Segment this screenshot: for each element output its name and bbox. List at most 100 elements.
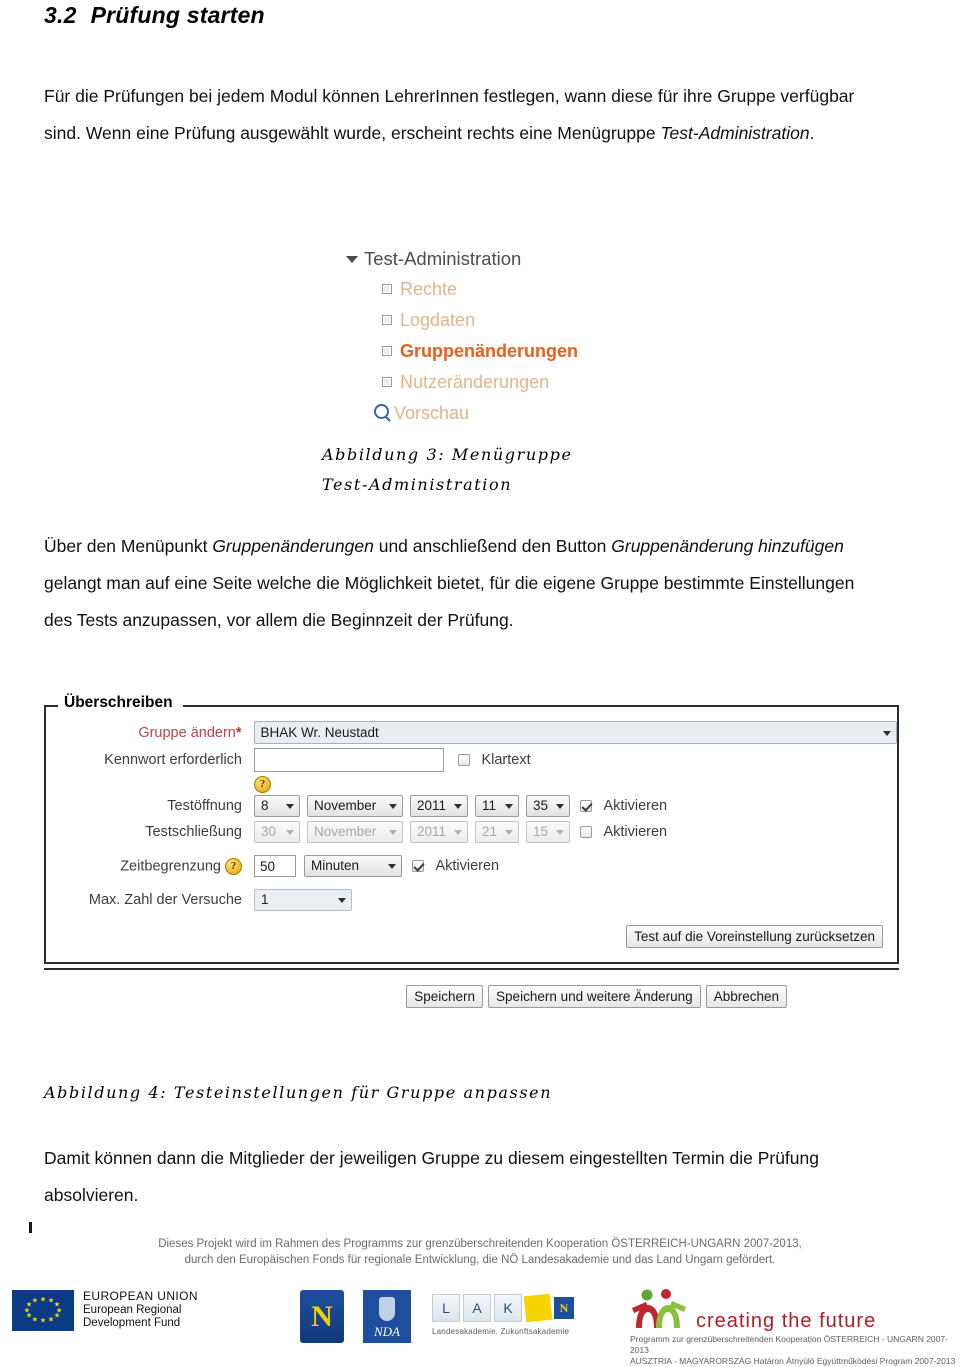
menu-item-nutzeraenderungen[interactable]: Nutzeränderungen: [338, 367, 578, 398]
eu-logo-text: EUROPEAN UNION European Regional Develop…: [83, 1290, 198, 1331]
lak-letter-l: L: [432, 1294, 460, 1322]
lak-letters: L A K N: [432, 1293, 574, 1323]
magnifier-icon: [368, 403, 394, 424]
nda-text: NDA: [374, 1324, 400, 1339]
test-close-activate-label: Aktivieren: [603, 823, 668, 840]
chevron-down-icon: [286, 804, 294, 809]
outro-paragraph: Damit können dann die Mitglieder der jew…: [44, 1148, 819, 1205]
test-open-activate-checkbox[interactable]: [580, 799, 592, 812]
save-and-more-button[interactable]: Speichern und weitere Änderung: [488, 985, 701, 1008]
test-open-label: Testöffnung: [167, 798, 242, 814]
caret-down-icon: [338, 250, 364, 268]
test-close-activate-wrap[interactable]: Aktivieren: [580, 823, 667, 841]
cancel-button[interactable]: Abbrechen: [705, 985, 787, 1008]
test-close-year-select[interactable]: 2011: [410, 821, 468, 843]
test-close-day-select[interactable]: 30: [254, 821, 300, 843]
footer-line-2: durch den Europäischen Fonds für regiona…: [184, 1254, 776, 1266]
lak-subtitle: Landesakademie. Zukunftsakademie: [432, 1327, 570, 1336]
middle-paragraph: Über den Menüpunkt Gruppenänderungen und…: [44, 528, 874, 639]
test-open-activate-wrap[interactable]: Aktivieren: [580, 797, 667, 815]
max-attempts-label: Max. Zahl der Versuche: [88, 892, 242, 908]
cleartext-checkbox-wrap[interactable]: Klartext: [458, 751, 531, 769]
menu-item-label: Vorschau: [394, 403, 470, 423]
max-attempts-row: Max. Zahl der Versuche 1: [46, 889, 897, 911]
reset-button-row: Test auf die Voreinstellung zurücksetzen: [46, 915, 897, 950]
nda-logo: NDA: [363, 1290, 411, 1343]
ctf-subtitle: Programm zur grenzüberschreitenden Koope…: [630, 1334, 960, 1367]
time-limit-input[interactable]: [254, 855, 296, 877]
menu-item-rechte[interactable]: Rechte: [338, 274, 578, 305]
required-asterisk: *: [235, 724, 242, 741]
chevron-down-icon: [388, 864, 396, 869]
test-open-year-select[interactable]: 2011: [410, 795, 468, 817]
lak-logo: L A K N Landesakademie. Zukunftsakademie: [432, 1293, 574, 1336]
menu-item-label: Rechte: [400, 279, 458, 299]
test-close-month-select[interactable]: November: [307, 821, 403, 843]
test-close-minute-select[interactable]: 15: [526, 821, 570, 843]
time-limit-unit-select[interactable]: Minuten: [304, 855, 402, 877]
eu-line-3: Development Fund: [83, 1317, 181, 1330]
time-limit-activate-wrap[interactable]: Aktivieren: [412, 857, 499, 875]
cleartext-checkbox[interactable]: [458, 753, 470, 766]
chevron-down-icon: [556, 804, 564, 809]
test-open-row: Testöffnung 8 November 2011 11 35 Aktivi…: [46, 795, 897, 817]
scan-artifact-mark: [29, 1222, 32, 1233]
max-attempts-select[interactable]: 1: [254, 889, 352, 911]
menu-item-vorschau[interactable]: Vorschau: [338, 398, 578, 429]
menu-item-label: Logdaten: [400, 310, 476, 330]
eu-logo: ★ ★ ★ ★ ★ ★ ★ ★ ★ ★ ★ ★ EUROPEAN UNION European Reg…: [12, 1290, 198, 1331]
intro-paragraph: Für die Prüfungen bei jedem Modul können…: [44, 78, 874, 152]
figure4-form-screenshot: Überschreiben Gruppe ändern* BHAK Wr. Ne…: [44, 694, 899, 1008]
menu-item-gruppenaenderungen[interactable]: Gruppenänderungen: [338, 336, 578, 367]
square-bullet-icon: [374, 281, 400, 299]
reset-to-default-button[interactable]: Test auf die Voreinstellung zurücksetzen: [626, 925, 883, 948]
mid-italic-a: Gruppenänderungen: [212, 536, 374, 556]
time-limit-label: Zeitbegrenzung ?: [46, 857, 254, 875]
save-button[interactable]: Speichern: [406, 985, 484, 1008]
menu-root-label: Test-Administration: [364, 247, 522, 269]
test-close-hour-select[interactable]: 21: [475, 821, 519, 843]
footer-funding-text: Dieses Projekt wird im Rahmen des Progra…: [0, 1236, 960, 1268]
overwrite-fieldset: Überschreiben Gruppe ändern* BHAK Wr. Ne…: [44, 694, 899, 964]
footer-line-1: Dieses Projekt wird im Rahmen des Progra…: [158, 1238, 802, 1250]
password-row: Kennwort erforderlich Klartext: [46, 748, 897, 772]
chevron-down-icon: [505, 830, 513, 835]
group-select[interactable]: BHAK Wr. Neustadt: [253, 721, 897, 744]
mid-text-b: und anschließend den Button: [373, 536, 612, 556]
document-page: 3.2 Prüfung starten Für die Prüfungen bei…: [0, 0, 960, 1366]
intro-text-italic: Test-Administration: [660, 123, 810, 143]
two-figures-icon: [630, 1288, 690, 1332]
chevron-down-icon: [883, 730, 891, 736]
chevron-down-icon: [556, 830, 564, 835]
group-select-value: BHAK Wr. Neustadt: [260, 725, 379, 740]
lak-yellow-square-icon: [523, 1293, 553, 1323]
lak-letter-a: A: [463, 1294, 491, 1322]
noe-letter: N: [311, 1299, 333, 1333]
help-icon[interactable]: ?: [254, 776, 271, 793]
ctf-sub-line-1: Programm zur grenzüberschreitenden Koope…: [630, 1334, 948, 1355]
menu-item-logdaten[interactable]: Logdaten: [338, 305, 578, 336]
mid-text-c: gelangt man auf eine Seite welche die Mö…: [44, 573, 855, 630]
lak-letter-k: K: [494, 1294, 522, 1322]
figure3-menu-screenshot: Test-Administration Rechte Logdaten Grup…: [338, 243, 578, 429]
lak-badge-n: N: [554, 1297, 574, 1319]
mid-italic-b: Gruppenänderung hinzufügen: [611, 536, 844, 556]
chevron-down-icon: [338, 898, 346, 903]
section-title-text: Prüfung starten: [90, 2, 265, 28]
chevron-down-icon: [286, 830, 294, 835]
test-open-month-select[interactable]: November: [307, 795, 403, 817]
ctf-header: creating the future: [630, 1288, 960, 1332]
test-close-activate-checkbox[interactable]: [580, 825, 592, 838]
eu-flag-icon: ★ ★ ★ ★ ★ ★ ★ ★ ★ ★ ★ ★: [12, 1290, 74, 1331]
test-open-day-select[interactable]: 8: [254, 795, 300, 817]
help-icon[interactable]: ?: [225, 857, 242, 875]
test-open-minute-select[interactable]: 35: [526, 795, 570, 817]
test-open-hour-select[interactable]: 11: [475, 795, 519, 817]
mid-text-a: Über den Menüpunkt: [44, 536, 213, 556]
creating-the-future-logo: creating the future Programm zur grenzüb…: [630, 1288, 960, 1367]
menu-root-row[interactable]: Test-Administration: [338, 243, 578, 274]
time-limit-activate-checkbox[interactable]: [412, 859, 424, 872]
password-input[interactable]: [254, 748, 444, 772]
submit-button-row: Speichern Speichern und weitere Änderung…: [44, 970, 899, 1008]
hungary-crest-icon: [379, 1297, 395, 1321]
